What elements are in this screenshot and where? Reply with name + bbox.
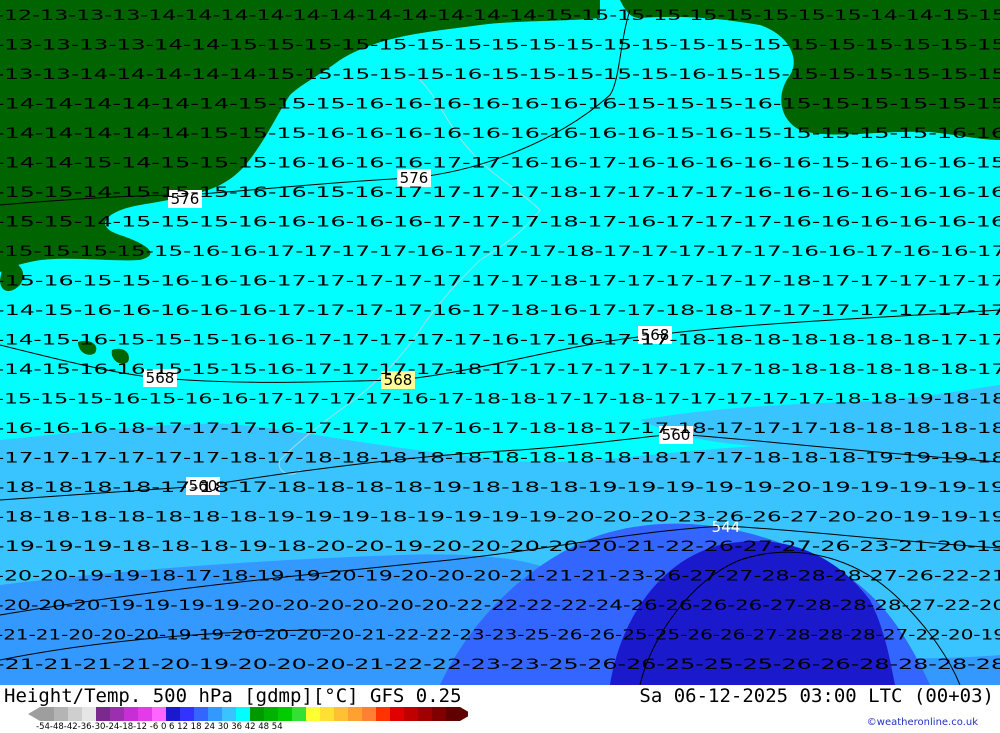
colorbar-swatch (208, 707, 222, 721)
colorbar-swatch (320, 707, 334, 721)
temp-row: -13-13-13-13-14-14-15-15-15-15-15-15-15-… (0, 38, 1000, 54)
temp-row: -14-15-16-16-15-15-15-16-17-17-17-17-18-… (0, 362, 1000, 378)
temp-row: -15-16-15-15-16-16-16-17-17-17-17-17-17-… (0, 274, 1000, 290)
temp-row: -15-15-14-15-15-15-16-16-15-16-17-17-17-… (0, 185, 1000, 201)
colorbar-swatch (278, 707, 292, 721)
colorbar-swatch (348, 707, 362, 721)
temp-row: -14-14-14-14-14-14-15-15-15-16-16-16-16-… (0, 97, 1000, 113)
temp-row: -20-20-19-19-18-17-18-19-19-20-19-20-20-… (0, 569, 1000, 585)
colorbar-swatch (334, 707, 348, 721)
temp-row: -16-16-16-18-17-17-17-16-17-17-17-17-16-… (0, 421, 1000, 437)
map-title: Height/Temp. 500 hPa [gdmp][°C] GFS 0.25 (4, 685, 462, 707)
colorbar-swatch (152, 707, 166, 721)
color-scale-ticks: -54-48-42-36-30-24-18-12 -6 0 6 12 18 24… (36, 722, 283, 732)
temp-row: -15-15-15-16-15-16-16-17-17-17-17-16-17-… (0, 392, 1000, 408)
colorbar-swatch (222, 707, 236, 721)
map-footer: Height/Temp. 500 hPa [gdmp][°C] GFS 0.25… (0, 685, 1000, 733)
colorbar-swatch (362, 707, 376, 721)
valid-time: Sa 06-12-2025 03:00 LTC (00+03) (639, 685, 994, 707)
colorbar-swatch (432, 707, 446, 721)
temp-row: -14-15-16-15-15-15-16-16-17-17-17-17-17-… (0, 333, 1000, 349)
temp-row: -21-21-20-20-20-19-19-20-20-20-20-21-22-… (0, 628, 1000, 644)
colorbar-arrow-left (28, 707, 40, 721)
colorbar-swatch (306, 707, 320, 721)
temp-row: -13-13-14-14-14-14-14-15-15-15-15-15-16-… (0, 67, 1000, 83)
temperature-values: -12-13-13-13-14-14-14-14-14-14-14-14-14-… (0, 8, 1000, 673)
temp-row: -18-18-18-18-18-18-18-19-19-19-18-19-19-… (0, 510, 1000, 526)
colorbar-arrow-right (460, 707, 468, 721)
colorbar-swatch (390, 707, 404, 721)
colorbar-swatch (404, 707, 418, 721)
colorbar-swatch (236, 707, 250, 721)
temp-row: -14-14-14-14-14-15-15-15-16-16-16-16-16-… (0, 126, 1000, 142)
colorbar-swatch (180, 707, 194, 721)
temp-row: -14-15-16-16-16-16-16-17-17-17-17-16-17-… (0, 303, 1000, 319)
map-canvas: 576 576 568 568 568 560 560 544 -12-13-1… (0, 0, 1000, 685)
color-scale-bar (28, 707, 468, 721)
temp-row: -12-13-13-13-14-14-14-14-14-14-14-14-14-… (0, 8, 1000, 24)
temp-row: -18-18-18-18-17-18-17-18-18-18-18-19-18-… (0, 480, 1000, 496)
colorbar-swatch (418, 707, 432, 721)
colorbar-swatch (446, 707, 460, 721)
colorbar-swatch (54, 707, 68, 721)
colorbar-swatch (194, 707, 208, 721)
temp-row: -17-17-17-17-17-17-18-17-18-18-18-18-18-… (0, 451, 1000, 467)
colorbar-swatch (250, 707, 264, 721)
colorbar-swatch (138, 707, 152, 721)
colorbar-swatch (96, 707, 110, 721)
temp-row: -19-19-19-18-18-18-19-18-20-20-19-20-20-… (0, 539, 1000, 555)
colorbar-swatch (82, 707, 96, 721)
temp-row: -15-15-14-15-15-15-16-16-16-16-16-17-17-… (0, 215, 1000, 231)
temp-row: -21-21-21-21-20-19-20-20-20-21-22-22-23-… (0, 657, 1000, 673)
temp-row: -20-20-20-19-19-19-19-20-20-20-20-20-20-… (0, 598, 1000, 614)
colorbar-swatch (292, 707, 306, 721)
colorbar-swatch (264, 707, 278, 721)
temp-row: -15-15-15-15-15-16-16-17-17-17-17-16-17-… (0, 244, 1000, 260)
colorbar-swatch (68, 707, 82, 721)
colorbar-swatch (376, 707, 390, 721)
colorbar-swatch (40, 707, 54, 721)
colorbar-swatch (110, 707, 124, 721)
colorbar-swatch (124, 707, 138, 721)
credit-link[interactable]: ©weatheronline.co.uk (867, 717, 978, 728)
colorbar-swatch (166, 707, 180, 721)
weather-map: 576 576 568 568 568 560 560 544 -12-13-1… (0, 0, 1000, 685)
temp-row: -14-14-15-14-15-15-15-16-16-16-16-17-17-… (0, 156, 1000, 172)
